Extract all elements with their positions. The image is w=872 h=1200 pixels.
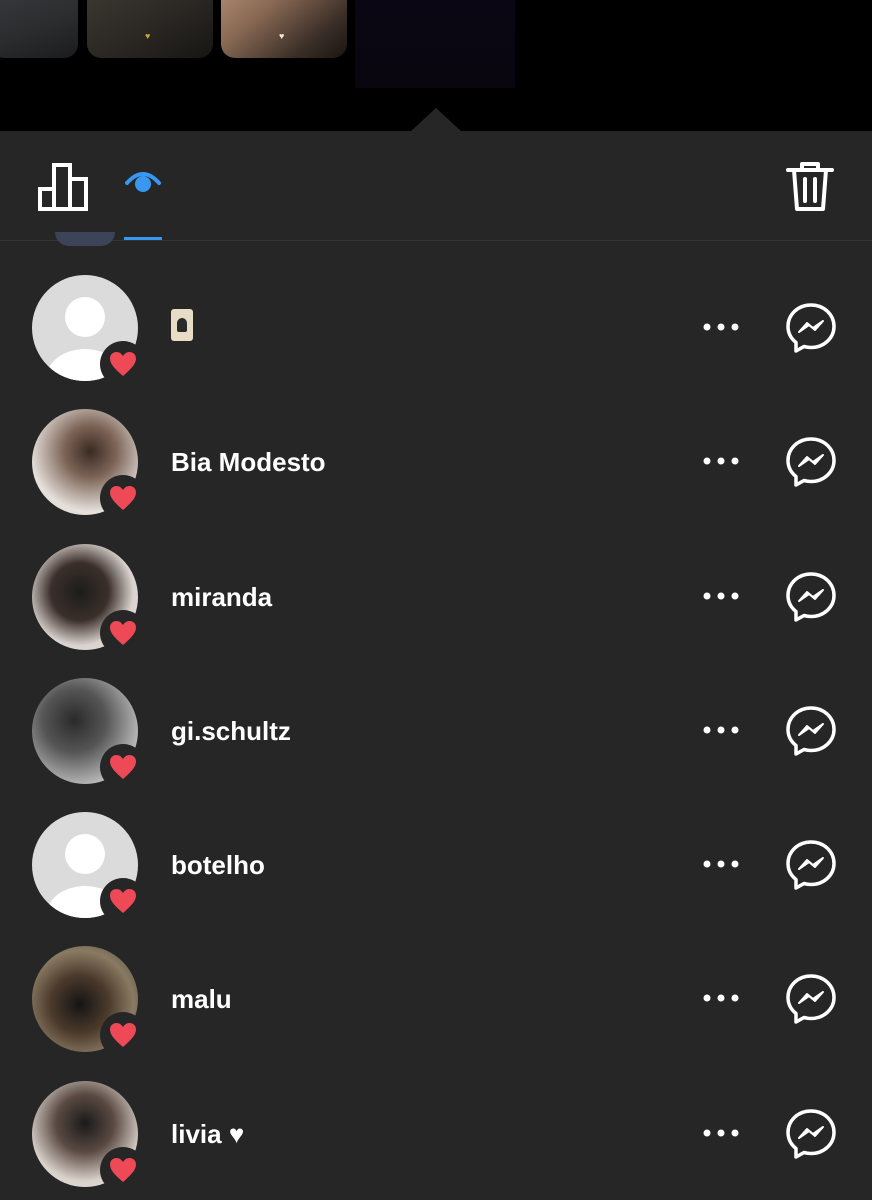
viewer-username[interactable]: botelho: [171, 850, 265, 880]
like-badge: [100, 1012, 146, 1059]
heart-sticker-icon: ♥: [145, 31, 151, 41]
eye-icon: [125, 172, 161, 192]
viewer-row[interactable]: miranda: [0, 543, 872, 678]
tab-viewers[interactable]: [121, 159, 165, 240]
trash-icon: [786, 162, 834, 211]
tab-insights[interactable]: [36, 159, 92, 215]
viewer-row[interactable]: [0, 275, 872, 409]
story-thumbnails-strip: ♥ ♥: [0, 0, 872, 132]
more-options-button[interactable]: [700, 718, 742, 742]
heart-sticker-icon: ♥: [279, 31, 285, 41]
messenger-icon: [786, 571, 836, 622]
messenger-icon: [786, 437, 836, 488]
like-badge: [100, 743, 146, 790]
story-thumbnail[interactable]: ♥: [87, 0, 213, 58]
heart-icon: [110, 486, 136, 511]
story-thumbnail[interactable]: [0, 0, 78, 58]
like-badge: [100, 609, 146, 656]
send-message-button[interactable]: [785, 436, 837, 488]
heart-icon: [110, 754, 136, 779]
send-message-button[interactable]: [785, 839, 837, 891]
more-icon: [703, 726, 739, 734]
bar-chart-icon: [38, 163, 88, 211]
viewer-row[interactable]: gi.schultz: [0, 677, 872, 812]
more-options-button[interactable]: [700, 449, 742, 473]
viewer-list: Bia Modesto miranda gi.schultz botelho m…: [0, 275, 872, 1200]
story-thumbnail[interactable]: ♥: [221, 0, 347, 58]
like-badge: [100, 878, 146, 925]
more-options-button[interactable]: [700, 315, 742, 339]
delete-story-button[interactable]: [784, 159, 838, 215]
more-icon: [703, 860, 739, 868]
active-tab-indicator: [124, 237, 162, 240]
send-message-button[interactable]: [785, 571, 837, 623]
selected-story-pointer: [410, 108, 462, 132]
story-viewers-panel: Bia Modesto miranda gi.schultz botelho m…: [0, 131, 872, 1200]
messenger-icon: [786, 1109, 836, 1159]
send-message-button[interactable]: [785, 302, 837, 354]
viewer-username[interactable]: [171, 309, 193, 347]
more-icon: [703, 994, 739, 1002]
more-icon: [703, 1129, 739, 1137]
viewer-username[interactable]: miranda: [171, 582, 272, 612]
like-badge: [100, 475, 146, 522]
more-options-button[interactable]: [700, 584, 742, 608]
viewer-username[interactable]: livia ♥: [171, 1119, 244, 1149]
heart-icon: [110, 1157, 136, 1182]
like-badge: [100, 1146, 146, 1193]
viewer-row[interactable]: livia ♥: [0, 1080, 872, 1200]
like-badge: [100, 341, 146, 387]
viewer-username[interactable]: malu: [171, 984, 232, 1014]
heart-icon: [110, 1023, 136, 1048]
send-message-button[interactable]: [785, 1108, 837, 1160]
messenger-icon: [786, 840, 836, 890]
story-thumbnail-current[interactable]: [355, 0, 515, 88]
more-options-button[interactable]: [700, 1121, 742, 1145]
send-message-button[interactable]: [785, 973, 837, 1025]
heart-icon: [110, 620, 136, 645]
panel-header: [0, 131, 872, 246]
more-options-button[interactable]: [700, 852, 742, 876]
heart-icon: [110, 889, 136, 914]
avatar-partially-scrolled: [55, 232, 115, 246]
more-options-button[interactable]: [700, 986, 742, 1010]
viewer-row[interactable]: botelho: [0, 812, 872, 946]
messenger-icon: [786, 303, 836, 353]
send-message-button[interactable]: [785, 705, 837, 757]
viewer-row[interactable]: Bia Modesto: [0, 409, 872, 543]
viewer-username[interactable]: Bia Modesto: [171, 447, 326, 477]
more-icon: [703, 323, 739, 331]
more-icon: [703, 457, 739, 465]
messenger-icon: [786, 706, 836, 756]
heart-icon: [110, 352, 136, 376]
viewer-username[interactable]: gi.schultz: [171, 716, 291, 746]
messenger-icon: [786, 974, 836, 1025]
more-icon: [703, 592, 739, 600]
playing-card-icon: [171, 309, 193, 341]
viewer-row[interactable]: malu: [0, 946, 872, 1080]
